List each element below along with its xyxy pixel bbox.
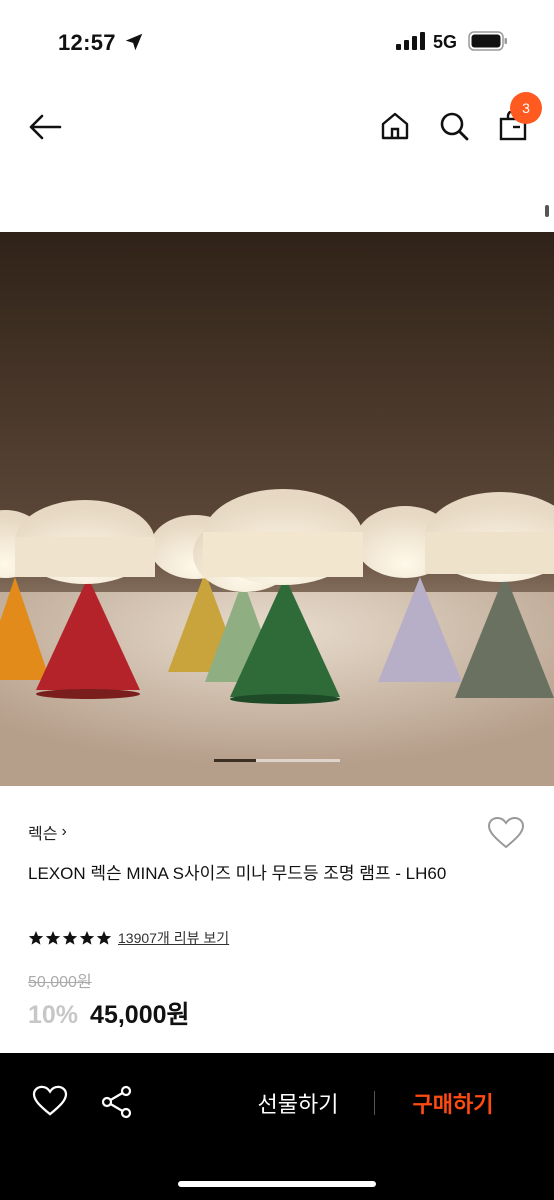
star-icon: [79, 931, 95, 945]
cart-count-badge: 3: [510, 92, 542, 124]
nav-bar: [0, 84, 554, 174]
wishlist-button[interactable]: [487, 816, 525, 850]
carousel-indicator: [214, 759, 340, 762]
search-icon: [440, 112, 469, 141]
location-arrow-icon: [125, 33, 143, 51]
arrow-left-icon: [29, 114, 62, 140]
cellular-signal-icon: [396, 32, 425, 50]
back-button[interactable]: [24, 106, 66, 148]
divider: [374, 1091, 375, 1115]
price-row: 10% 45,000원: [28, 995, 190, 1031]
home-indicator: [178, 1181, 376, 1187]
home-button[interactable]: [376, 106, 414, 146]
discount-rate: 10%: [28, 1001, 79, 1029]
star-icon: [45, 931, 61, 945]
star-icon: [62, 931, 78, 945]
home-icon: [381, 112, 409, 140]
heart-icon: [487, 816, 525, 849]
status-time: 12:57: [58, 30, 116, 55]
buy-button[interactable]: 구매하기: [398, 1087, 508, 1119]
carousel-indicator-active: [214, 759, 256, 762]
rating-row[interactable]: 13907개 리뷰 보기: [28, 928, 229, 948]
chevron-right-icon: ›: [61, 823, 67, 840]
star-icon: [96, 931, 112, 945]
star-icon: [28, 931, 44, 945]
gift-button[interactable]: 선물하기: [240, 1087, 356, 1119]
share-icon: [101, 1085, 132, 1119]
heart-icon: [32, 1085, 68, 1116]
sale-price: 45,000원: [90, 1001, 190, 1029]
review-link[interactable]: 13907개 리뷰 보기: [118, 928, 229, 948]
original-price: 50,000원: [28, 974, 92, 991]
status-bar: 12:57 5G: [0, 0, 554, 84]
brand-link[interactable]: 렉슨 ›: [28, 820, 67, 844]
star-rating: [28, 930, 112, 946]
product-title: LEXON 렉슨 MINA S사이즈 미나 무드등 조명 램프 - LH60: [28, 864, 447, 883]
product-photo: [0, 232, 554, 786]
battery-icon: [468, 31, 507, 51]
network-label: 5G: [433, 32, 458, 52]
share-button[interactable]: [100, 1085, 138, 1121]
scroll-indicator: [545, 205, 549, 217]
brand-name: 렉슨: [28, 826, 58, 843]
bottom-wishlist-button[interactable]: [32, 1085, 70, 1121]
bottom-action-bar: 선물하기 구매하기: [0, 1053, 554, 1200]
product-image-carousel[interactable]: [0, 232, 554, 786]
search-button[interactable]: [435, 106, 473, 146]
